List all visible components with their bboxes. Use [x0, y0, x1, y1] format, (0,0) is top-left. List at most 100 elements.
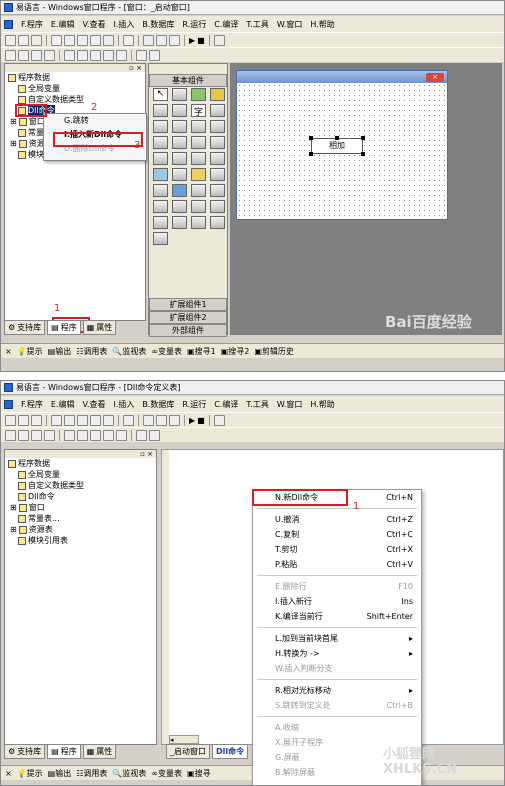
- layout-icon[interactable]: [169, 34, 180, 46]
- resize-handle[interactable]: [335, 136, 339, 140]
- expand-icon[interactable]: ⊞: [10, 503, 17, 512]
- combo-icon[interactable]: [172, 136, 187, 149]
- label-icon[interactable]: [172, 88, 187, 101]
- menu-insert[interactable]: I.插入: [113, 399, 134, 410]
- tree-item-dll[interactable]: Dll命令: [8, 491, 156, 502]
- expand-icon[interactable]: ⊞: [10, 117, 17, 126]
- menu-tools[interactable]: T.工具: [246, 399, 268, 410]
- layout-icon[interactable]: [156, 34, 167, 46]
- status-tab-calls[interactable]: ☷调用表: [76, 346, 107, 357]
- redo-icon[interactable]: [103, 34, 114, 46]
- save-icon[interactable]: [31, 414, 42, 426]
- folder-icon[interactable]: [191, 168, 206, 181]
- paste-icon[interactable]: [77, 34, 88, 46]
- list-icon[interactable]: [153, 136, 168, 149]
- editbox-icon[interactable]: [153, 104, 168, 117]
- menu-run[interactable]: R.运行: [182, 19, 206, 30]
- timer-icon[interactable]: [210, 152, 225, 165]
- redo-icon[interactable]: [103, 414, 114, 426]
- status-tab-clip[interactable]: ▣剪辑历史: [254, 346, 294, 357]
- misc-icon[interactable]: [153, 232, 168, 245]
- pin-icon[interactable]: ▫: [140, 450, 145, 458]
- tree-item-module[interactable]: 模块引用表: [8, 535, 156, 546]
- pin-icon[interactable]: ▫: [129, 64, 134, 72]
- align-icon[interactable]: [90, 49, 101, 61]
- layout-icon[interactable]: [156, 414, 167, 426]
- pointer-icon[interactable]: ↖: [153, 88, 168, 101]
- align-icon[interactable]: [90, 429, 101, 441]
- start-window-form[interactable]: × 相加: [236, 70, 448, 220]
- shape-icon[interactable]: [210, 88, 225, 101]
- status-tab-vars[interactable]: ∞变量表: [151, 346, 182, 357]
- run-icon[interactable]: ▶: [189, 416, 195, 425]
- menu-program[interactable]: F.程序: [21, 399, 43, 410]
- status-tab-hint[interactable]: 💡提示: [17, 768, 43, 779]
- align-icon[interactable]: [64, 49, 75, 61]
- undo-icon[interactable]: [90, 34, 101, 46]
- paste-icon[interactable]: [77, 414, 88, 426]
- menu-view[interactable]: V.查看: [82, 399, 105, 410]
- frame-icon[interactable]: [172, 104, 187, 117]
- menu-edit[interactable]: E.编辑: [51, 19, 75, 30]
- stop-icon[interactable]: ■: [197, 36, 205, 45]
- copy-icon[interactable]: [64, 34, 75, 46]
- menu-program[interactable]: F.程序: [21, 19, 43, 30]
- align-icon[interactable]: [103, 49, 114, 61]
- tree-item-window[interactable]: ⊞ 窗口: [8, 502, 156, 513]
- tree-icon[interactable]: [172, 200, 187, 213]
- align-icon[interactable]: [44, 429, 55, 441]
- tab-properties[interactable]: ▦ 属性: [82, 744, 117, 759]
- scroll-icon[interactable]: [191, 136, 206, 149]
- menu-window[interactable]: W.窗口: [277, 399, 303, 410]
- context-menu-item[interactable]: U.撤消 Ctrl+Z: [253, 512, 421, 527]
- menu-help[interactable]: H.帮助: [310, 399, 334, 410]
- layout-icon[interactable]: [169, 414, 180, 426]
- context-menu-item[interactable]: R.相对光标移动 ▸: [253, 683, 421, 698]
- popup-jump[interactable]: G.跳转: [44, 114, 146, 128]
- db-icon[interactable]: [172, 168, 187, 181]
- news-icon[interactable]: [153, 184, 168, 197]
- grid-icon[interactable]: [191, 120, 206, 133]
- gear-icon[interactable]: [153, 200, 168, 213]
- new-icon[interactable]: [5, 414, 16, 426]
- context-menu-item[interactable]: K.编译当前行 Shift+Enter: [253, 609, 421, 624]
- hscroll-left[interactable]: ◂: [169, 735, 199, 744]
- stop-icon[interactable]: ■: [197, 416, 205, 425]
- table-icon[interactable]: [210, 168, 225, 181]
- align-icon[interactable]: [31, 49, 42, 61]
- align-icon[interactable]: [116, 49, 127, 61]
- resize-handle[interactable]: [309, 136, 313, 140]
- clock-icon[interactable]: [210, 184, 225, 197]
- status-tab-search1[interactable]: ▣搜寻1: [187, 346, 216, 357]
- layout-icon[interactable]: [143, 414, 154, 426]
- menu-edit[interactable]: E.编辑: [51, 399, 75, 410]
- context-menu-item[interactable]: P.粘贴 Ctrl+V: [253, 557, 421, 572]
- align-icon[interactable]: [44, 49, 55, 61]
- find-icon[interactable]: [123, 414, 134, 426]
- tree-root[interactable]: 程序数据: [8, 458, 156, 469]
- context-menu-item[interactable]: T.剪切 Ctrl+X: [253, 542, 421, 557]
- align-icon[interactable]: [5, 429, 16, 441]
- align-icon[interactable]: [18, 49, 29, 61]
- align-icon[interactable]: [77, 49, 88, 61]
- report-icon[interactable]: [191, 200, 206, 213]
- align-icon[interactable]: [136, 49, 147, 61]
- status-tab-search[interactable]: ▣搜寻: [187, 768, 211, 779]
- radio-icon[interactable]: [172, 120, 187, 133]
- resize-handle[interactable]: [361, 152, 365, 156]
- map-icon[interactable]: [191, 216, 206, 229]
- align-icon[interactable]: [149, 429, 160, 441]
- resize-handle[interactable]: [361, 136, 365, 140]
- text-icon[interactable]: 字: [191, 104, 206, 118]
- tab-icon[interactable]: [191, 152, 206, 165]
- status-tab-output[interactable]: ▤输出: [48, 768, 72, 779]
- binoculars-icon[interactable]: [213, 34, 225, 46]
- close-icon[interactable]: ×: [5, 769, 12, 778]
- button-icon[interactable]: [210, 120, 225, 133]
- tab-properties[interactable]: ▦ 属性: [82, 320, 117, 335]
- tree-item-globals[interactable]: 全局变量: [8, 83, 145, 94]
- globe-icon[interactable]: [172, 184, 187, 197]
- new-icon[interactable]: [5, 34, 16, 46]
- progress-icon[interactable]: [153, 152, 168, 165]
- resize-handle[interactable]: [309, 152, 313, 156]
